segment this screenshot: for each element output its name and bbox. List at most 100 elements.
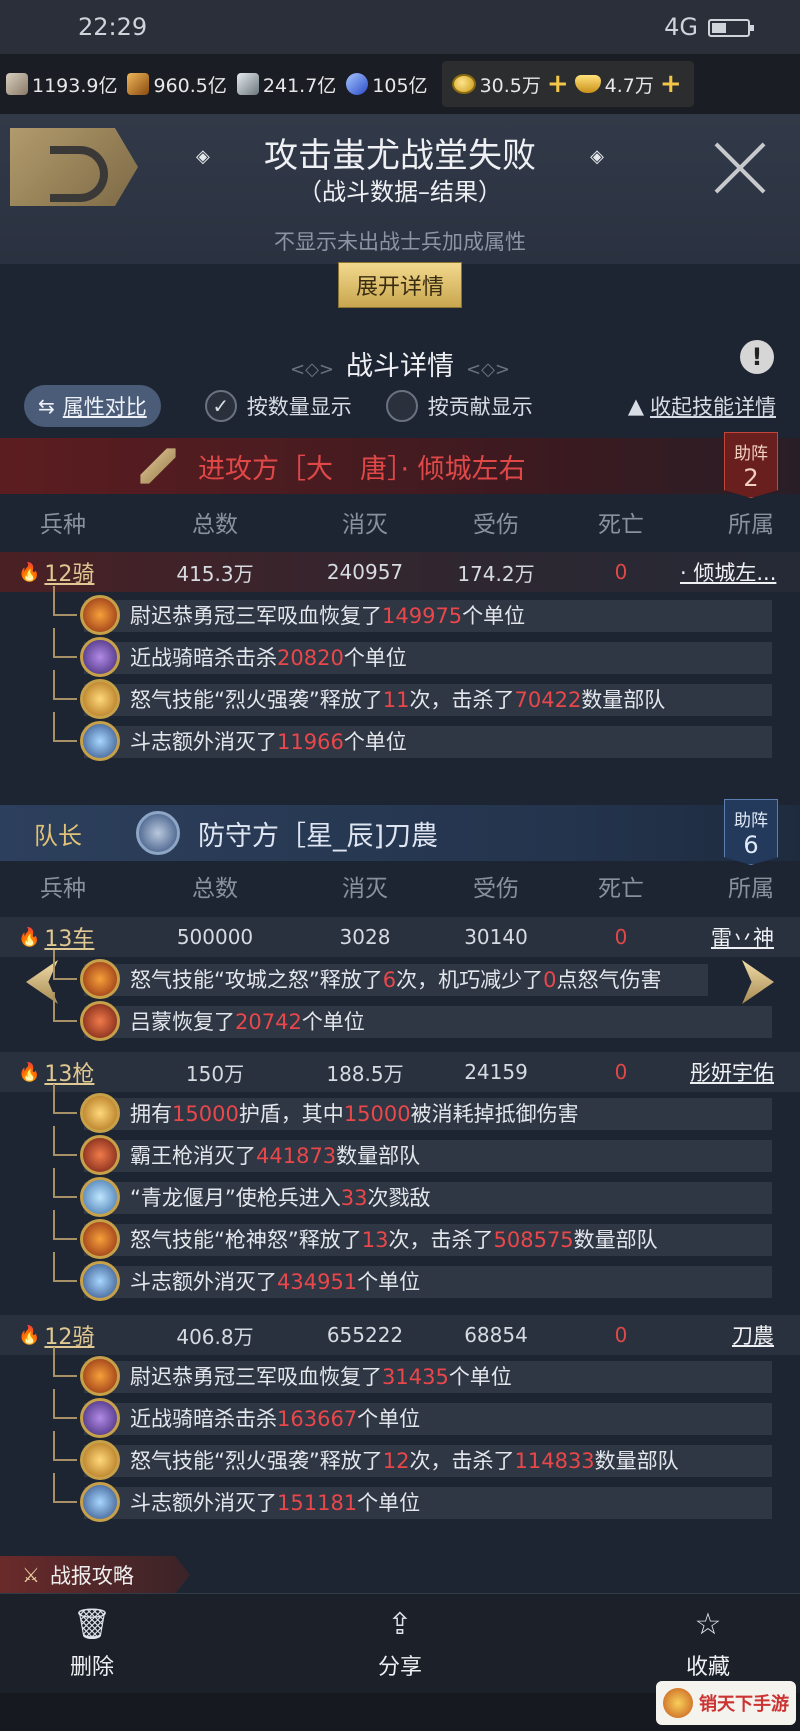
delete-button[interactable]: 🗑 删除 bbox=[52, 1607, 132, 1681]
defender-assist-badge[interactable]: 助阵 6 bbox=[724, 799, 778, 865]
defender-column-header: 兵种 总数 消灭 受伤 死亡 所属 bbox=[40, 876, 774, 902]
star-icon: ☆ bbox=[694, 1606, 722, 1642]
add-ingots-button[interactable]: + bbox=[660, 69, 682, 99]
list-item: 怒气技能“攻城之怒”释放了6次，机巧减少了0点怒气伤害 bbox=[53, 950, 708, 999]
morale-avatar-icon bbox=[80, 1482, 120, 1522]
info-icon[interactable]: ! bbox=[740, 340, 774, 374]
crystal-icon bbox=[346, 73, 369, 95]
by-contribution-radio[interactable]: 按贡献显示 bbox=[385, 390, 533, 422]
hero-avatar-icon bbox=[80, 1001, 120, 1041]
ornament-left: <◇> bbox=[289, 359, 334, 380]
watermark-logo: 销天下手游 bbox=[656, 1681, 796, 1725]
hero-avatar-icon bbox=[80, 595, 120, 635]
add-coins-button[interactable]: + bbox=[547, 69, 569, 99]
compare-attributes-button[interactable]: ⇆ 属性对比 bbox=[24, 385, 161, 427]
swap-icon: ⇆ bbox=[38, 394, 55, 418]
expand-details-button[interactable]: 展开详情 bbox=[338, 262, 462, 308]
share-icon: ⇪ bbox=[387, 1606, 413, 1642]
share-button[interactable]: ⇪ 分享 bbox=[360, 1607, 440, 1681]
list-item: “青龙偃月”使枪兵进入33次戮敌 bbox=[53, 1168, 772, 1217]
stone-icon bbox=[236, 73, 259, 95]
list-item: 霸王枪消灭了441873数量部队 bbox=[53, 1126, 772, 1175]
attacker-label: 进攻方［大 唐］· 倾城左右 bbox=[198, 453, 526, 485]
hero-avatar-icon bbox=[80, 1356, 120, 1396]
skill-avatar-icon bbox=[80, 1177, 120, 1217]
table-row: 🔥 12骑 415.3万 240957 174.2万 0 · 倾城左... bbox=[0, 552, 800, 592]
grain-icon bbox=[127, 73, 150, 95]
skill-avatar-icon bbox=[80, 1219, 120, 1259]
next-arrow-icon[interactable] bbox=[742, 960, 774, 1004]
list-item: 尉迟恭勇冠三军吸血恢复了149975个单位 bbox=[53, 586, 772, 635]
triangle-up-icon: ▲ bbox=[627, 394, 644, 418]
owner-link[interactable]: 刀農 bbox=[680, 1320, 800, 1350]
list-item: 怒气技能“烈火强袭”释放了11次，击杀了70422数量部队 bbox=[53, 670, 772, 719]
bottom-toolbar: 🗑 删除 ⇪ 分享 ☆ 收藏 bbox=[0, 1593, 800, 1693]
skill-avatar-icon bbox=[80, 1398, 120, 1438]
flame-icon: 🔥 bbox=[18, 561, 41, 583]
defender-label: 防守方［星_辰]刀農 bbox=[198, 820, 439, 852]
network-label: 4G bbox=[664, 13, 698, 41]
flame-icon: 🔥 bbox=[18, 1324, 41, 1346]
owner-link[interactable]: · 倾城左... bbox=[680, 557, 800, 587]
list-item: 怒气技能“烈火强袭”释放了12次，击杀了114833数量部队 bbox=[53, 1431, 772, 1480]
ingot-icon bbox=[574, 75, 601, 93]
ornament-right: <◇> bbox=[466, 359, 511, 380]
list-item: 怒气技能“枪神怒”释放了13次，击杀了508575数量部队 bbox=[53, 1210, 772, 1259]
list-item: 拥有15000护盾，其中15000被消耗掉抵御伤害 bbox=[53, 1084, 772, 1133]
section-title: <◇> 战斗详情 <◇> bbox=[289, 351, 511, 382]
hint-text: 不显示未出战士兵加成属性 bbox=[274, 230, 526, 254]
list-item: 斗志额外消灭了11966个单位 bbox=[53, 712, 772, 761]
captain-label: 队长 bbox=[34, 821, 82, 850]
sword-icon bbox=[140, 448, 176, 484]
owner-link[interactable]: 彤妍宇佑 bbox=[680, 1057, 800, 1087]
battle-guide-tab[interactable]: ⚔ 战报攻略 bbox=[0, 1556, 190, 1594]
diamond-ornament-right: ◈ bbox=[590, 146, 604, 167]
by-quantity-radio[interactable]: ✓ 按数量显示 bbox=[204, 390, 352, 422]
display-options: ⇆ 属性对比 ✓ 按数量显示 按贡献显示 ▲ 收起技能详情 bbox=[0, 384, 800, 428]
skill-avatar-icon bbox=[80, 959, 120, 999]
close-icon[interactable] bbox=[710, 138, 770, 198]
crossed-swords-icon: ⚔ bbox=[22, 1563, 40, 1587]
list-item: 斗志额外消灭了151181个单位 bbox=[53, 1473, 772, 1522]
list-item: 尉迟恭勇冠三军吸血恢复了31435个单位 bbox=[53, 1347, 772, 1396]
skill-avatar-icon bbox=[80, 679, 120, 719]
coin-icon bbox=[451, 74, 476, 94]
morale-avatar-icon bbox=[80, 1261, 120, 1301]
favorite-button[interactable]: ☆ 收藏 bbox=[668, 1607, 748, 1681]
resource-grain: 960.5亿 bbox=[127, 71, 227, 98]
attacker-assist-badge[interactable]: 助阵 2 bbox=[724, 432, 778, 498]
resource-crystal: 105亿 bbox=[346, 71, 428, 98]
page-subtitle: （战斗数据–结果） bbox=[298, 178, 502, 206]
page-title: 攻击蚩尤战堂失败 bbox=[264, 136, 536, 176]
status-bar: 22:29 4G bbox=[0, 0, 800, 54]
defender-banner: 队长 防守方［星_辰]刀農 助阵 6 bbox=[0, 799, 800, 865]
collapse-skills-link[interactable]: ▲ 收起技能详情 bbox=[628, 391, 776, 421]
resource-stone: 241.7亿 bbox=[236, 71, 336, 98]
unit-type-link[interactable]: 13车 bbox=[44, 921, 94, 953]
watermark-icon bbox=[663, 1688, 693, 1718]
resource-bar: 1193.9亿 960.5亿 241.7亿 105亿 30.5万 + 4.7万 … bbox=[0, 54, 800, 114]
currency-panel: 30.5万 + 4.7万 + bbox=[441, 61, 694, 107]
list-item: 近战骑暗杀击杀20820个单位 bbox=[53, 628, 772, 677]
attacker-banner: 进攻方［大 唐］· 倾城左右 助阵 2 bbox=[0, 432, 800, 498]
table-row: 🔥 12骑 406.8万 655222 68854 0 刀農 bbox=[0, 1315, 800, 1355]
radio-empty-icon bbox=[385, 390, 418, 422]
trash-icon: 🗑 bbox=[72, 1606, 112, 1642]
flame-icon: 🔥 bbox=[18, 926, 41, 948]
table-row: 🔥 13枪 150万 188.5万 24159 0 彤妍宇佑 bbox=[0, 1052, 800, 1092]
owner-link[interactable]: 雷丷神 bbox=[680, 922, 800, 952]
list-item: 近战骑暗杀击杀163667个单位 bbox=[53, 1389, 772, 1438]
resource-wood: 1193.9亿 bbox=[6, 71, 117, 98]
unit-type-link[interactable]: 12骑 bbox=[44, 556, 94, 588]
attacker-column-header: 兵种 总数 消灭 受伤 死亡 所属 bbox=[40, 512, 774, 538]
table-row: 🔥 13车 500000 3028 30140 0 雷丷神 bbox=[0, 917, 800, 957]
morale-avatar-icon bbox=[80, 721, 120, 761]
wood-icon bbox=[6, 73, 28, 95]
hero-avatar-icon bbox=[80, 1135, 120, 1175]
battery-icon bbox=[708, 19, 754, 37]
shield-skill-icon bbox=[80, 1093, 120, 1133]
list-item: 斗志额外消灭了434951个单位 bbox=[53, 1252, 772, 1301]
skill-avatar-icon bbox=[80, 637, 120, 677]
checkmark-icon: ✓ bbox=[204, 390, 237, 422]
skill-avatar-icon bbox=[80, 1440, 120, 1480]
